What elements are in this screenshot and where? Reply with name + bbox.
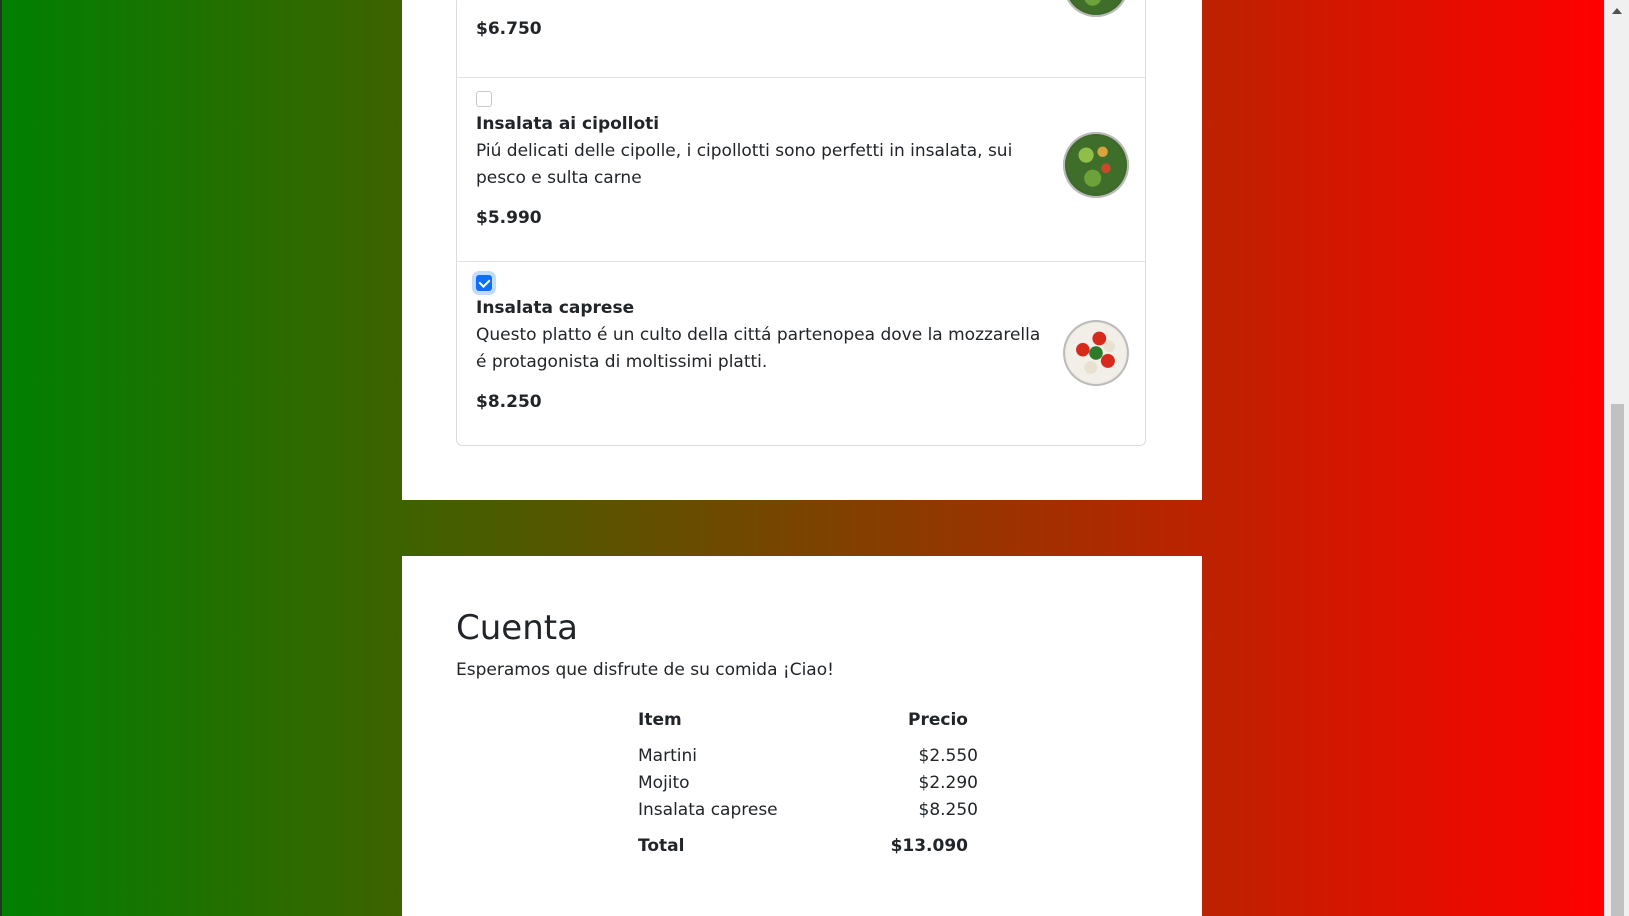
menu-panel: $6.750 Insalata ai cipolloti Piú delicat…	[402, 0, 1202, 500]
bill-total-row: Total $13.090	[638, 836, 988, 862]
bill-header-item: Item	[638, 710, 682, 730]
bill-row: Martini $2.550	[638, 746, 988, 772]
dish-image	[1063, 320, 1129, 386]
bill-header-price: Precio	[908, 710, 968, 730]
bill-price: $2.550	[918, 746, 978, 766]
vertical-scrollbar[interactable]	[1604, 0, 1629, 916]
dish-image	[1063, 132, 1129, 198]
bill-header-row: Item Precio	[638, 710, 988, 736]
bill-total-value: $13.090	[890, 836, 968, 856]
bill-row: Insalata caprese $8.250	[638, 800, 988, 826]
dish-image	[1063, 0, 1129, 17]
item-price: $6.750	[476, 19, 542, 39]
item-description: Piú delicati delle cipolle, i cipollotti…	[476, 141, 1013, 188]
item-title: Insalata caprese	[476, 298, 635, 318]
menu-item: Insalata ai cipolloti Piú delicati delle…	[457, 77, 1145, 261]
bill-item: Martini	[638, 746, 697, 766]
item-checkbox[interactable]	[476, 91, 492, 107]
bill-total-label: Total	[638, 836, 685, 856]
cuenta-subtitle: Esperamos que disfrute de su comida ¡Cia…	[456, 660, 834, 680]
scrollbar-thumb[interactable]	[1611, 404, 1624, 916]
item-price: $8.250	[476, 392, 542, 412]
item-title: Insalata ai cipolloti	[476, 114, 660, 134]
bill-item: Mojito	[638, 773, 690, 793]
cuenta-panel: Cuenta Esperamos que disfrute de su comi…	[402, 556, 1202, 916]
bill-price: $8.250	[918, 800, 978, 820]
bill-row: Mojito $2.290	[638, 773, 988, 799]
item-description: Questo platto é un culto della cittá par…	[476, 325, 1041, 372]
menu-item: $6.750	[457, 0, 1145, 77]
menu-list: $6.750 Insalata ai cipolloti Piú delicat…	[456, 0, 1146, 446]
item-checkbox[interactable]	[476, 275, 492, 291]
bill-item: Insalata caprese	[638, 800, 778, 820]
bill-price: $2.290	[918, 773, 978, 793]
item-price: $5.990	[476, 208, 542, 228]
cuenta-title: Cuenta	[456, 608, 578, 648]
menu-item: Insalata caprese Questo platto é un cult…	[457, 261, 1145, 445]
scroll-up-arrow-icon[interactable]	[1612, 8, 1622, 14]
